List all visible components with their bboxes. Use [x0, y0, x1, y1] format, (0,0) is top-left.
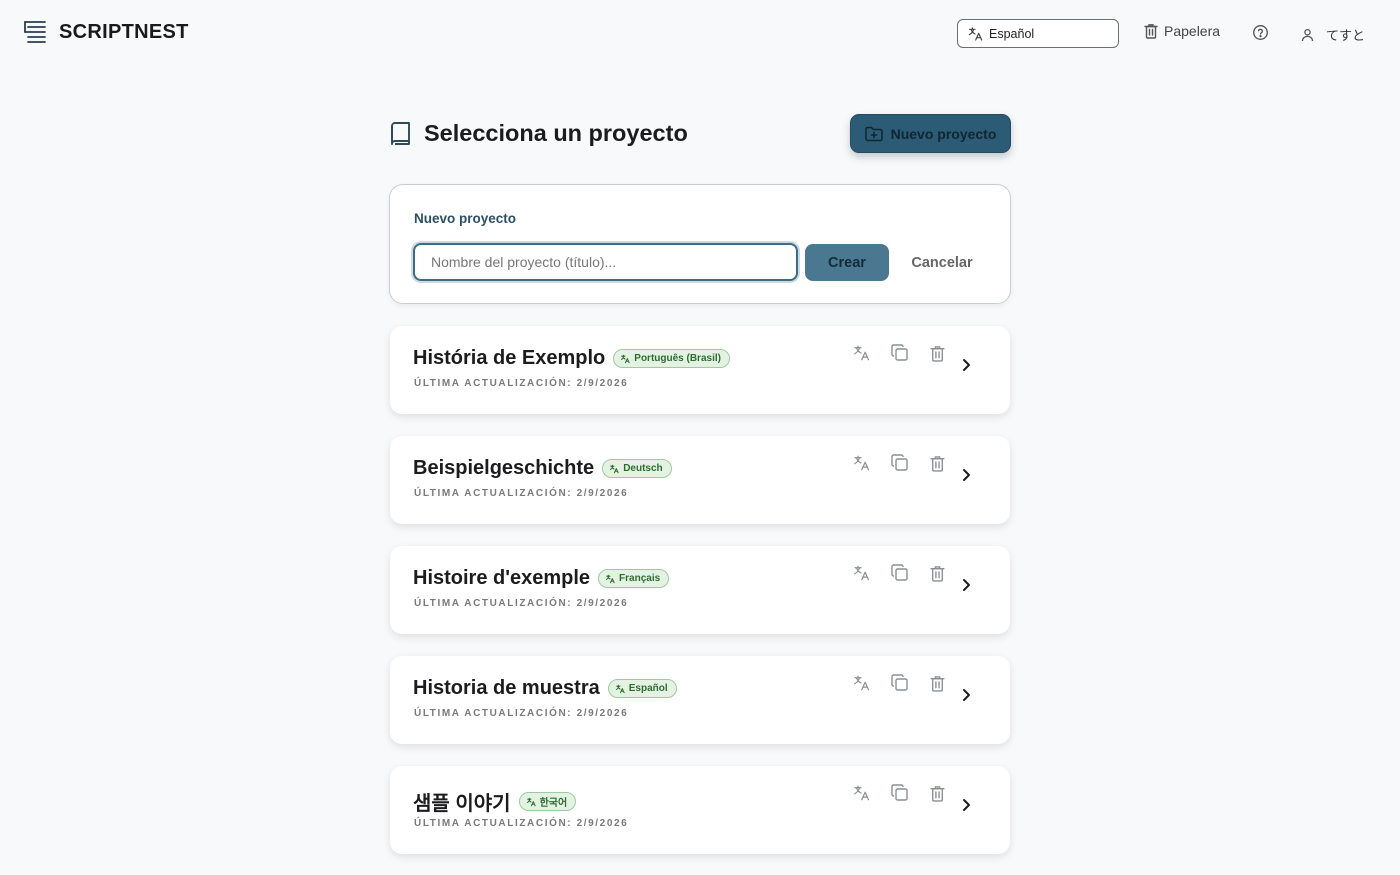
language-badge: Français	[598, 569, 670, 588]
language-badge-label: 한국어	[539, 798, 568, 809]
chevron-right-icon[interactable]	[961, 688, 971, 702]
translate-icon	[620, 354, 630, 364]
project-name-input[interactable]	[413, 243, 798, 281]
translate-icon	[609, 464, 619, 474]
stacked-lines-icon	[23, 19, 47, 45]
brand[interactable]: SCRIPTNEST	[23, 19, 189, 45]
project-title-row: Historia de muestra Español	[413, 677, 677, 700]
app-header: SCRIPTNEST Español Papelera てすと	[0, 0, 1400, 66]
card-actions	[852, 563, 969, 583]
new-project-button-label: Nuevo proyecto	[890, 125, 997, 142]
language-badge: Español	[607, 679, 677, 698]
trash-link[interactable]: Papelera	[1144, 23, 1220, 39]
translate-button[interactable]	[852, 453, 891, 473]
translate-button[interactable]	[852, 343, 891, 363]
page-title: Selecciona un proyecto	[424, 120, 688, 146]
translate-button[interactable]	[852, 563, 891, 583]
chevron-right-icon[interactable]	[961, 578, 971, 592]
last-updated: ÚLTIMA ACTUALIZACIÓN: 2/9/2026	[414, 708, 629, 719]
language-selector[interactable]: Español	[957, 19, 1119, 48]
translate-icon	[615, 684, 625, 694]
last-updated: ÚLTIMA ACTUALIZACIÓN: 2/9/2026	[414, 378, 629, 389]
brand-name: SCRIPTNEST	[59, 20, 189, 43]
language-badge-label: Français	[619, 573, 661, 584]
language-badge: Deutsch	[602, 459, 672, 478]
language-badge: 한국어	[518, 792, 577, 811]
language-selector-value: Español	[989, 26, 1035, 41]
folder-plus-icon	[864, 126, 883, 142]
last-updated: ÚLTIMA ACTUALIZACIÓN: 2/9/2026	[414, 598, 629, 609]
trash-icon	[1144, 23, 1158, 39]
user-menu[interactable]: てすと	[1301, 25, 1365, 44]
language-badge-label: Português (Brasil)	[634, 353, 721, 364]
help-button[interactable]	[1252, 24, 1269, 41]
project-title-row: Histoire d'exemple Français	[413, 567, 670, 590]
page-title-row: Selecciona un proyecto Nuevo proyecto	[390, 114, 1011, 154]
book-icon	[390, 122, 411, 145]
form-label: Nuevo proyecto	[414, 211, 517, 226]
card-actions	[852, 783, 969, 803]
project-card[interactable]: Beispielgeschichte Deutsch ÚLTIMA ACTUAL…	[390, 436, 1010, 524]
project-title: Beispielgeschichte	[413, 457, 595, 479]
project-title: 샘플 이야기	[413, 793, 511, 815]
last-updated: ÚLTIMA ACTUALIZACIÓN: 2/9/2026	[414, 818, 629, 829]
translate-icon	[967, 26, 983, 42]
help-circle-icon	[1252, 24, 1269, 41]
project-card[interactable]: História de Exemplo Português (Brasil) Ú…	[390, 326, 1010, 414]
chevron-right-icon[interactable]	[961, 468, 971, 482]
card-actions	[852, 453, 969, 473]
copy-button[interactable]	[891, 343, 930, 363]
user-name: てすと	[1326, 28, 1366, 43]
language-badge: Português (Brasil)	[613, 349, 730, 368]
chevron-right-icon[interactable]	[961, 798, 971, 812]
copy-button[interactable]	[891, 673, 930, 693]
copy-button[interactable]	[891, 563, 930, 583]
card-actions	[852, 673, 969, 693]
new-project-form: Nuevo proyecto Crear Cancelar	[389, 184, 1011, 304]
translate-icon	[526, 797, 536, 807]
project-title: Histoire d'exemple	[413, 567, 591, 589]
project-title: Historia de muestra	[413, 677, 600, 699]
new-project-button[interactable]: Nuevo proyecto	[850, 114, 1011, 153]
language-badge-label: Deutsch	[623, 463, 663, 474]
user-icon	[1301, 28, 1314, 42]
translate-button[interactable]	[852, 783, 891, 803]
translate-icon	[605, 574, 615, 584]
project-title: História de Exemplo	[413, 347, 606, 369]
chevron-right-icon[interactable]	[961, 358, 971, 372]
copy-button[interactable]	[891, 783, 930, 803]
cancel-button[interactable]: Cancelar	[900, 244, 984, 281]
card-actions	[852, 343, 969, 363]
project-card[interactable]: Historia de muestra Español ÚLTIMA ACTUA…	[390, 656, 1010, 744]
last-updated: ÚLTIMA ACTUALIZACIÓN: 2/9/2026	[414, 488, 629, 499]
translate-button[interactable]	[852, 673, 891, 693]
project-card[interactable]: Histoire d'exemple Français ÚLTIMA ACTUA…	[390, 546, 1010, 634]
project-title-row: História de Exemplo Português (Brasil)	[413, 347, 730, 370]
copy-button[interactable]	[891, 453, 930, 473]
project-card[interactable]: 샘플 이야기 한국어 ÚLTIMA ACTUALIZACIÓN: 2/9/202…	[390, 766, 1010, 854]
project-title-row: 샘플 이야기 한국어	[413, 787, 577, 816]
language-badge-label: Español	[628, 683, 668, 694]
project-title-row: Beispielgeschichte Deutsch	[413, 457, 672, 480]
create-button[interactable]: Crear	[805, 244, 889, 281]
trash-link-label: Papelera	[1164, 23, 1221, 39]
